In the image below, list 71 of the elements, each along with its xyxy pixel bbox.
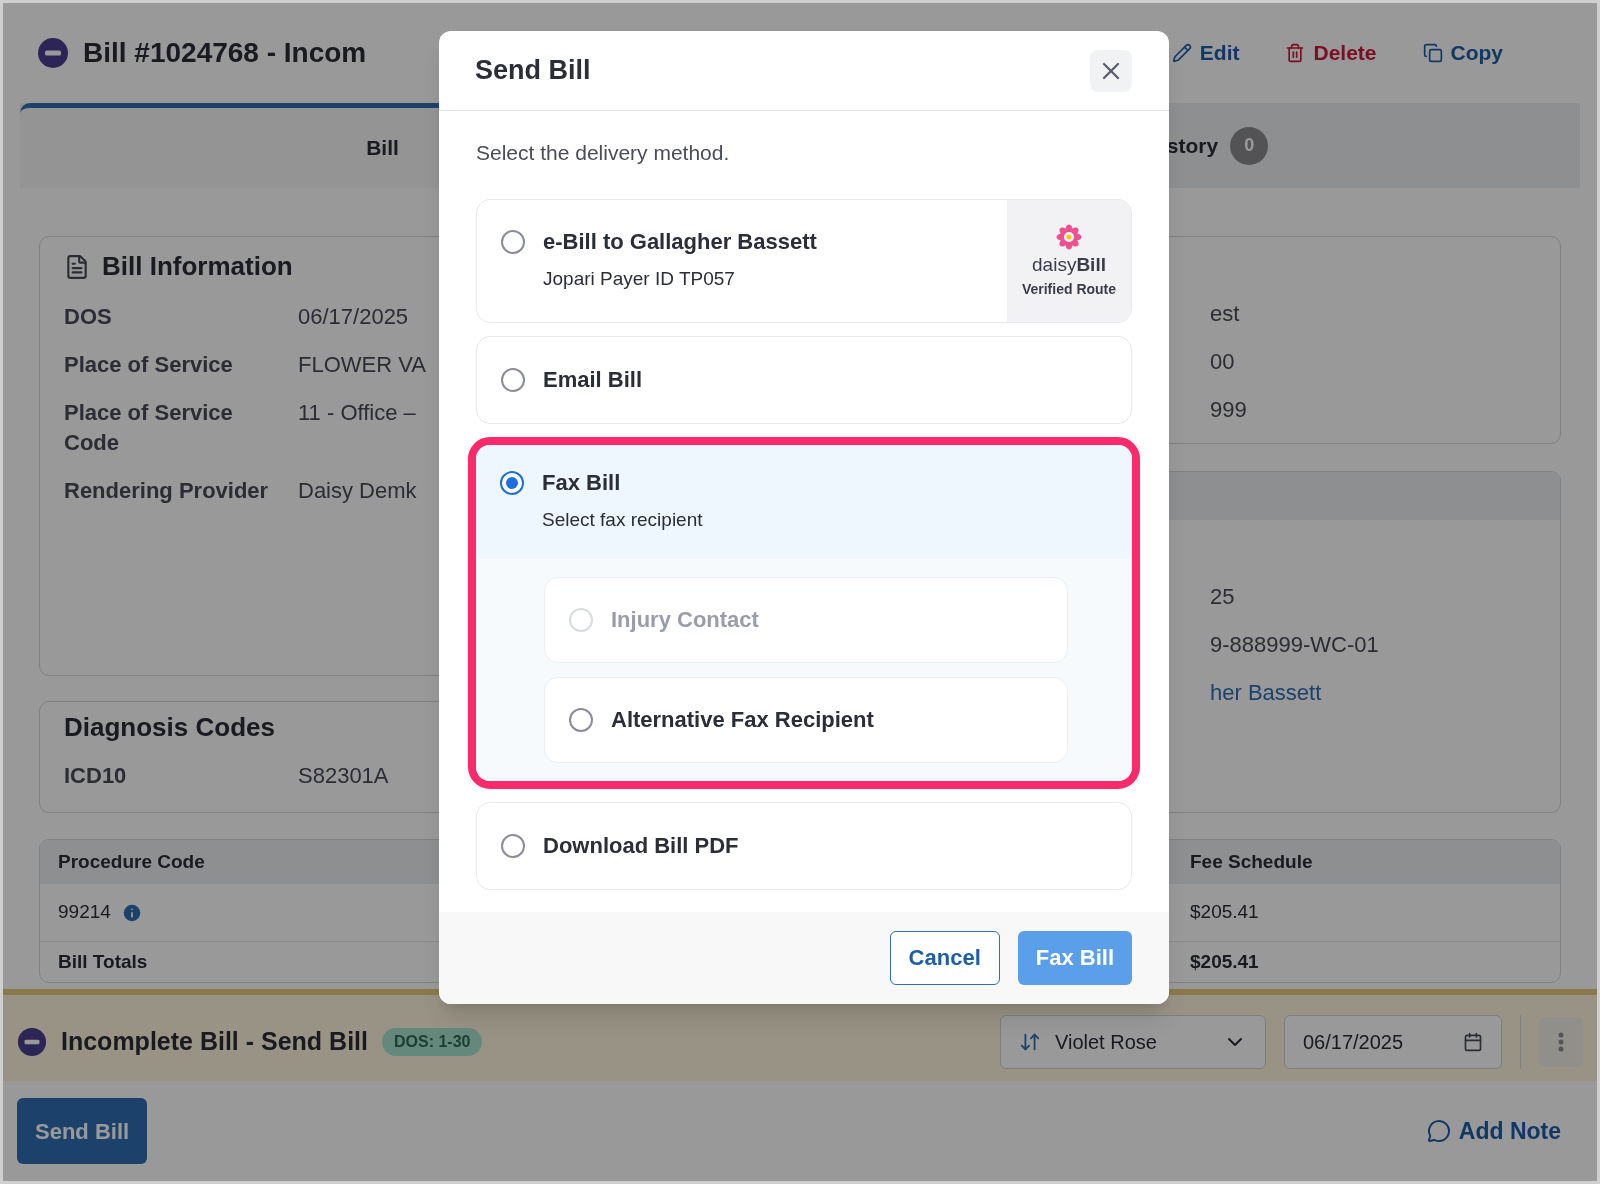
totals-label: Bill Totals — [58, 949, 148, 974]
option-label: Email Bill — [543, 366, 643, 394]
code-type: ICD10 — [64, 762, 128, 790]
recipient-label: Alternative Fax Recipient — [611, 706, 874, 734]
status-title: Incomplete Bill - Send Bill — [61, 1026, 368, 1058]
date-field[interactable]: 06/17/2025 — [1284, 1015, 1502, 1069]
field-label: Rendering Provider — [64, 477, 270, 505]
header-action-link[interactable]: Delete — [1285, 37, 1377, 69]
daisybill-logo-text: daisyBill — [1032, 253, 1106, 276]
tab-count-badge: 0 — [1230, 126, 1269, 165]
cancel-button[interactable]: Cancel — [889, 930, 1000, 985]
procedure-code: 99214 — [58, 900, 111, 925]
close-button[interactable] — [1090, 49, 1132, 92]
radio-button[interactable] — [501, 833, 525, 858]
field-value: 25 — [1210, 583, 1236, 611]
trash-icon — [1285, 43, 1306, 63]
calendar-icon — [1463, 1032, 1483, 1052]
option-label: e-Bill to Gallagher Bassett — [543, 229, 817, 254]
delivery-option[interactable]: e-Bill to Gallagher Bassett Jopari Payer ID TP057 daisyBill Verified Route — [476, 198, 1132, 323]
kebab-menu-icon — [1558, 1032, 1564, 1052]
radio-button[interactable] — [569, 707, 593, 732]
field-value: Daisy Demk — [298, 477, 417, 505]
more-options-button[interactable] — [1539, 1017, 1583, 1067]
radio-button[interactable] — [500, 470, 524, 495]
radio-button[interactable] — [501, 367, 525, 392]
dialog-prompt: Select the delivery method. — [476, 140, 731, 166]
recipient-label: Injury Contact — [611, 606, 759, 634]
option-label: Fax Bill — [542, 470, 622, 495]
totals-value: $205.41 — [1190, 949, 1259, 974]
diagnosis-code: S82301A — [298, 762, 390, 790]
field-value: est — [1210, 300, 1241, 328]
header-action-link[interactable]: Copy — [1422, 37, 1503, 69]
field-value: 11 - Office – — [298, 399, 416, 427]
field-label: Place of Service — [64, 351, 234, 379]
fax-recipient-option[interactable]: Alternative Fax Recipient — [544, 676, 1068, 763]
info-icon[interactable] — [120, 901, 143, 924]
field-value: 06/17/2025 — [298, 303, 409, 331]
minus-circle-icon — [17, 1027, 47, 1057]
speech-bubble-icon — [1426, 1119, 1451, 1143]
payer-link[interactable]: her Bassett — [1210, 678, 1560, 708]
card-title: Bill Information — [102, 250, 293, 283]
column-header: Procedure Code — [58, 849, 205, 874]
field-value: FLOWER VA — [298, 351, 426, 379]
field-value: 00 — [1210, 348, 1236, 376]
verified-route-caption: Verified Route — [1021, 279, 1117, 298]
sort-arrow-icon — [1019, 1031, 1041, 1053]
option-detail: Jopari Payer ID TP057 — [543, 267, 736, 290]
field-label: DOS — [64, 303, 113, 331]
assignee-select[interactable]: Violet Rose — [1000, 1015, 1266, 1069]
field-value: 999 — [1210, 396, 1248, 424]
send-bill-button[interactable]: Send Bill — [17, 1098, 148, 1164]
header-action-link[interactable]: Edit — [1171, 37, 1240, 69]
dialog-title: Send Bill — [475, 54, 591, 88]
delivery-option[interactable]: Download Bill PDF — [476, 801, 1132, 890]
field-label: Place of Service Code — [64, 399, 234, 457]
flower-icon — [1056, 223, 1082, 250]
table-cell-text: $205.41 — [1190, 900, 1259, 925]
option-detail: Select fax recipient — [542, 508, 703, 531]
column-header: Fee Schedule — [1190, 849, 1313, 874]
document-icon — [64, 253, 90, 280]
minus-circle-icon — [37, 37, 69, 69]
radio-button[interactable] — [501, 229, 525, 254]
option-label: Download Bill PDF — [543, 832, 739, 860]
pencil-icon — [1171, 43, 1192, 63]
add-note-link[interactable]: Add Note — [1426, 1113, 1583, 1149]
field-value: 9-888999-WC-01 — [1210, 631, 1380, 659]
dos-badge: DOS: 1-30 — [382, 1028, 483, 1056]
page-title: Bill #1024768 - Incom — [83, 36, 367, 70]
copy-icon — [1422, 43, 1443, 63]
card-title: Diagnosis Codes — [63, 711, 276, 744]
delivery-option[interactable]: Email Bill — [476, 335, 1132, 424]
